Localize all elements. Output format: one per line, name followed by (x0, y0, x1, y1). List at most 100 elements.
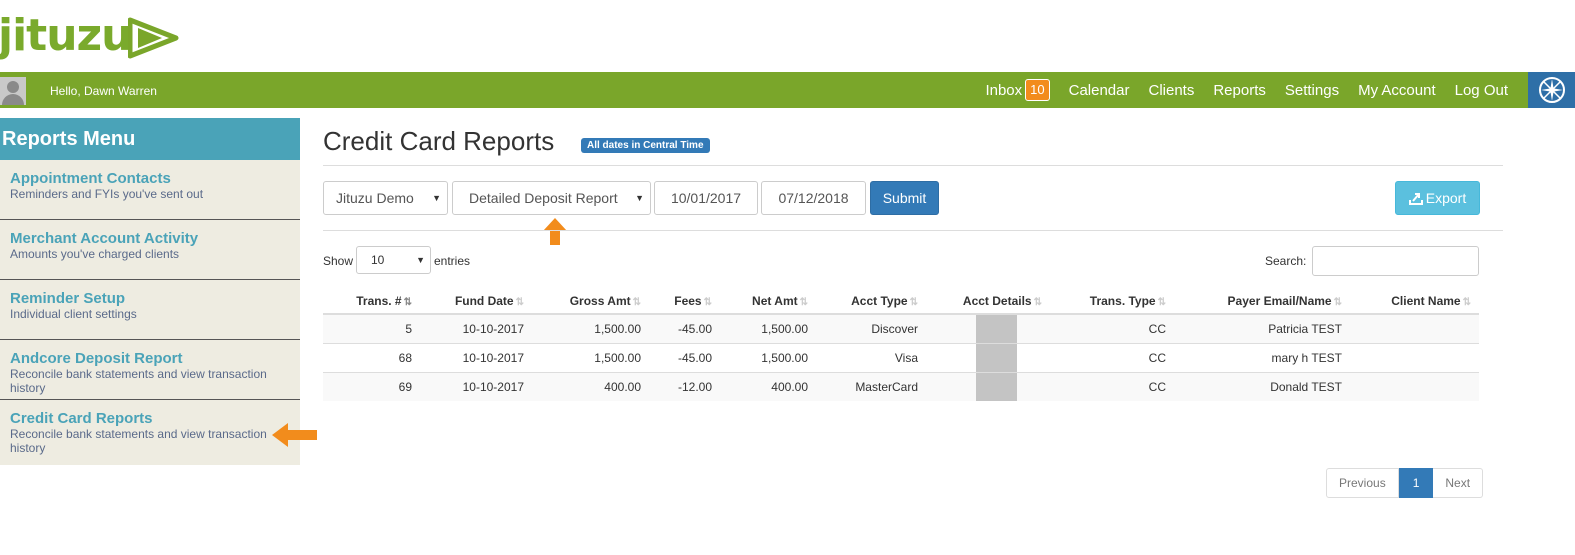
sort-icon[interactable]: ⇅ (633, 297, 641, 308)
cell-payer: mary h TEST (1174, 343, 1350, 373)
sidebar-item-andcore-deposit-report[interactable]: Andcore Deposit Report Reconcile bank st… (0, 340, 300, 400)
cell-fund-date: 10-10-2017 (420, 343, 532, 373)
cell-fund-date: 10-10-2017 (420, 372, 532, 401)
cell-net-amt: 1,500.00 (720, 343, 816, 373)
submit-button[interactable]: Submit (870, 181, 939, 215)
sidebar-item-merchant-account-activity[interactable]: Merchant Account Activity Amounts you've… (0, 220, 300, 280)
sidebar-item-credit-card-reports[interactable]: Credit Card Reports Reconcile bank state… (0, 400, 300, 465)
sidebar-item-title[interactable]: Andcore Deposit Report (10, 350, 290, 367)
sort-icon[interactable]: ⇅ (910, 297, 918, 308)
table-row[interactable]: 69 10-10-2017 400.00 -12.00 400.00 Maste… (323, 372, 1479, 401)
current-page-button[interactable]: 1 (1398, 468, 1434, 498)
brand-logo[interactable]: jituzu (0, 6, 200, 68)
sort-icon[interactable]: ⇅ (800, 297, 808, 308)
page-title: Credit Card Reports (323, 126, 555, 156)
nav-reports[interactable]: Reports (1213, 82, 1266, 99)
sort-icon[interactable]: ⇅ (404, 297, 412, 308)
cell-fees: -45.00 (649, 343, 720, 373)
nav-calendar[interactable]: Calendar (1069, 82, 1130, 99)
nav-log-out[interactable]: Log Out (1455, 82, 1508, 99)
sidebar-item-reminder-setup[interactable]: Reminder Setup Individual client setting… (0, 280, 300, 340)
column-header-fund-date[interactable]: Fund Date ⇅ (420, 288, 532, 315)
sort-icon[interactable]: ⇅ (704, 297, 712, 308)
column-header-gross-amt[interactable]: Gross Amt ⇅ (532, 288, 649, 315)
cell-trans-number: 68 (323, 343, 420, 373)
column-header-trans-number[interactable]: Trans. # ⇅ (323, 288, 420, 315)
next-page-button[interactable]: Next (1433, 468, 1484, 498)
compass-icon (1538, 77, 1565, 103)
cell-fees: -12.00 (649, 372, 720, 401)
sidebar-item-title[interactable]: Merchant Account Activity (10, 230, 290, 247)
arrow-up-icon (543, 218, 567, 245)
end-date-input[interactable]: 07/12/2018 (761, 181, 866, 215)
cell-client-name (1350, 372, 1479, 401)
avatar[interactable] (0, 77, 26, 105)
column-header-payer[interactable]: Payer Email/Name ⇅ (1174, 288, 1350, 315)
sort-icon[interactable]: ⇅ (1158, 297, 1166, 308)
column-header-client-name[interactable]: Client Name ⇅ (1350, 288, 1479, 315)
sidebar-item-desc: Individual client settings (10, 307, 137, 321)
show-label: Show (323, 254, 354, 268)
nav-inbox[interactable]: Inbox 10 (985, 79, 1050, 101)
cell-payer: Donald TEST (1174, 372, 1350, 401)
main-nav: Inbox 10 Calendar Clients Reports Settin… (966, 72, 1508, 108)
column-header-acct-type[interactable]: Acct Type ⇅ (816, 288, 926, 315)
account-select[interactable]: Jituzu Demo ▼ (323, 181, 448, 215)
cell-gross-amt: 400.00 (532, 372, 649, 401)
account-select-value: Jituzu Demo (336, 190, 414, 206)
timezone-label: All dates in Central Time (581, 138, 710, 153)
redacted-block (976, 373, 1017, 401)
cell-acct-details (926, 372, 1050, 401)
chevron-down-icon: ▼ (635, 193, 644, 203)
cell-acct-details (926, 313, 1050, 344)
cell-acct-details (926, 343, 1050, 373)
cell-client-name (1350, 343, 1479, 373)
column-header-acct-details[interactable]: Acct Details ⇅ (926, 288, 1050, 315)
sidebar-item-title[interactable]: Reminder Setup (10, 290, 290, 307)
sort-icon[interactable]: ⇅ (1463, 297, 1471, 308)
reports-sidebar: Reports Menu Appointment Contacts Remind… (0, 118, 300, 465)
sidebar-item-appointment-contacts[interactable]: Appointment Contacts Reminders and FYIs … (0, 160, 300, 220)
cell-trans-number: 5 (323, 313, 420, 344)
sort-icon[interactable]: ⇅ (1334, 297, 1342, 308)
divider (323, 230, 1503, 231)
top-navbar: Hello, Dawn Warren Inbox 10 Calendar Cli… (0, 72, 1575, 108)
nav-my-account[interactable]: My Account (1358, 82, 1436, 99)
entries-label: entries (434, 254, 471, 268)
export-button[interactable]: Export (1395, 181, 1480, 215)
sidebar-item-desc: Reminders and FYIs you've sent out (10, 187, 204, 201)
start-date-input[interactable]: 10/01/2017 (654, 181, 758, 215)
sidebar-item-title[interactable]: Credit Card Reports (10, 410, 290, 427)
cell-client-name (1350, 313, 1479, 344)
cell-net-amt: 1,500.00 (720, 313, 816, 344)
sort-icon[interactable]: ⇅ (1034, 297, 1042, 308)
report-type-select-value: Detailed Deposit Report (469, 190, 618, 206)
search-input[interactable] (1312, 246, 1479, 276)
sidebar-item-desc: Reconcile bank statements and view trans… (10, 427, 267, 455)
page-length-select[interactable]: 10 ▼ (356, 246, 431, 274)
cell-acct-type: Discover (816, 313, 926, 344)
nav-settings[interactable]: Settings (1285, 82, 1339, 99)
sidebar-item-desc: Amounts you've charged clients (10, 247, 180, 261)
redacted-block (976, 315, 1017, 343)
divider (323, 165, 1503, 166)
sidebar-item-title[interactable]: Appointment Contacts (10, 170, 290, 187)
table-row[interactable]: 68 10-10-2017 1,500.00 -45.00 1,500.00 V… (323, 343, 1479, 373)
nav-clients[interactable]: Clients (1148, 82, 1194, 99)
column-header-trans-type[interactable]: Trans. Type ⇅ (1050, 288, 1174, 315)
cell-trans-number: 69 (323, 372, 420, 401)
page-length-value: 10 (371, 253, 385, 267)
table-row[interactable]: 5 10-10-2017 1,500.00 -45.00 1,500.00 Di… (323, 313, 1479, 344)
column-header-net-amt[interactable]: Net Amt ⇅ (720, 288, 816, 315)
sort-icon[interactable]: ⇅ (516, 297, 524, 308)
cell-gross-amt: 1,500.00 (532, 343, 649, 373)
transactions-table: Trans. # ⇅ Fund Date ⇅ Gross Amt ⇅ Fees ⇅ Ne… (323, 288, 1479, 401)
cell-fees: -45.00 (649, 313, 720, 344)
column-header-fees[interactable]: Fees ⇅ (649, 288, 720, 315)
cell-gross-amt: 1,500.00 (532, 313, 649, 344)
sidebar-title: Reports Menu (0, 118, 300, 160)
report-type-select[interactable]: Detailed Deposit Report ▼ (452, 181, 651, 215)
previous-page-button[interactable]: Previous (1326, 468, 1399, 498)
greeting-text: Hello, Dawn Warren (50, 84, 157, 98)
help-button[interactable] (1528, 72, 1575, 108)
